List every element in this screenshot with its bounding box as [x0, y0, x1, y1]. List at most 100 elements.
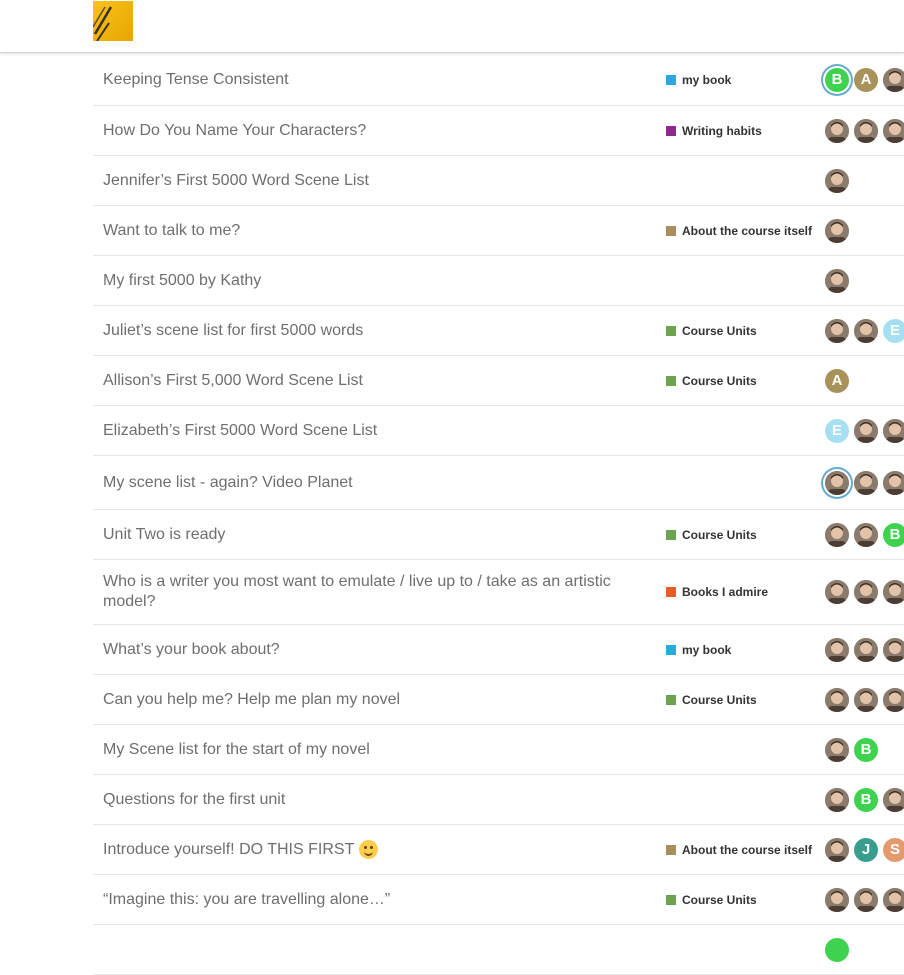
topic-title-text[interactable]: Introduce yourself! DO THIS FIRST	[103, 840, 354, 860]
avatar-photo[interactable]	[825, 637, 849, 662]
topic-row[interactable]: Keeping Tense Consistent my book B A	[93, 54, 904, 106]
topic-title-text[interactable]: Allison’s First 5,000 Word Scene List	[103, 371, 363, 391]
avatar-photo[interactable]	[854, 118, 878, 143]
topic-title-text[interactable]: Elizabeth’s First 5000 Word Scene List	[103, 421, 377, 441]
avatar-photo[interactable]	[883, 787, 904, 812]
category-label[interactable]: my book	[682, 73, 731, 87]
topic-title[interactable]: Unit Two is ready	[103, 510, 623, 559]
topic-row[interactable]: “Imagine this: you are travelling alone……	[93, 875, 904, 925]
topic-row[interactable]: Can you help me? Help me plan my novel Co…	[93, 675, 904, 725]
topic-title-text[interactable]: “Imagine this: you are travelling alone……	[103, 890, 390, 910]
category-label[interactable]: Course Units	[682, 528, 757, 542]
avatar-photo[interactable]	[825, 687, 849, 712]
topic-title-text[interactable]: Can you help me? Help me plan my novel	[103, 690, 400, 710]
topic-title[interactable]: My first 5000 by Kathy	[103, 256, 623, 305]
topic-title-text[interactable]: Questions for the first unit	[103, 790, 285, 810]
topic-title[interactable]: Questions for the first unit	[103, 775, 623, 824]
topic-title[interactable]: Introduce yourself! DO THIS FIRST	[103, 825, 623, 874]
topic-row[interactable]: My first 5000 by Kathy	[93, 256, 904, 306]
avatar-photo[interactable]	[854, 887, 878, 912]
avatar-photo[interactable]	[825, 787, 849, 812]
topic-row[interactable]: What’s your book about? my book	[93, 625, 904, 675]
avatar-photo[interactable]	[854, 637, 878, 662]
avatar-letter[interactable]: E	[825, 418, 849, 443]
avatar-photo[interactable]	[854, 318, 878, 343]
category-badge[interactable]: Course Units	[666, 306, 757, 355]
topic-title[interactable]: “Imagine this: you are travelling alone……	[103, 875, 623, 924]
topic-row[interactable]: Allison’s First 5,000 Word Scene List Cou…	[93, 356, 904, 406]
topic-title-text[interactable]: My Scene list for the start of my novel	[103, 740, 370, 760]
topic-row[interactable]: How Do You Name Your Characters? Writing …	[93, 106, 904, 156]
topic-title[interactable]: Can you help me? Help me plan my novel	[103, 675, 623, 724]
topic-row[interactable]: Introduce yourself! DO THIS FIRST About t…	[93, 825, 904, 875]
avatar-photo[interactable]	[825, 318, 849, 343]
avatar-photo[interactable]	[825, 268, 849, 293]
topic-row[interactable]: Jennifer’s First 5000 Word Scene List	[93, 156, 904, 206]
avatar-letter[interactable]: J	[854, 837, 878, 862]
pencil-logo-icon[interactable]	[92, 1, 133, 42]
avatar-photo[interactable]	[854, 470, 878, 495]
avatar-photo[interactable]	[883, 470, 904, 495]
avatar-letter[interactable]: B	[883, 522, 904, 547]
topic-title[interactable]: Jennifer’s First 5000 Word Scene List	[103, 156, 623, 205]
category-label[interactable]: Course Units	[682, 374, 757, 388]
avatar-letter[interactable]: S	[883, 837, 904, 862]
topic-row[interactable]: Want to talk to me? About the course itse…	[93, 206, 904, 256]
topic-title[interactable]: Want to talk to me?	[103, 206, 623, 255]
topic-title-text[interactable]: Juliet’s scene list for first 5000 words	[103, 321, 363, 341]
category-badge[interactable]: my book	[666, 625, 731, 674]
category-label[interactable]: Writing habits	[682, 124, 762, 138]
avatar-photo[interactable]	[854, 522, 878, 547]
category-badge[interactable]: Course Units	[666, 875, 757, 924]
topic-title[interactable]: Juliet’s scene list for first 5000 words	[103, 306, 623, 355]
category-label[interactable]: About the course itself	[682, 843, 812, 857]
topic-title[interactable]: Allison’s First 5,000 Word Scene List	[103, 356, 623, 405]
topic-title[interactable]: What’s your book about?	[103, 625, 623, 674]
category-badge[interactable]: my book	[666, 54, 731, 105]
category-badge[interactable]: Course Units	[666, 510, 757, 559]
topic-row[interactable]: Elizabeth’s First 5000 Word Scene List E	[93, 406, 904, 456]
topic-title[interactable]	[103, 925, 623, 974]
avatar-letter[interactable]: A	[854, 67, 878, 92]
avatar-photo[interactable]	[854, 580, 878, 604]
topic-row[interactable]: My Scene list for the start of my novel B	[93, 725, 904, 775]
avatar-photo[interactable]	[883, 580, 904, 604]
avatar-letter[interactable]: A	[825, 368, 849, 393]
topic-title-text[interactable]: How Do You Name Your Characters?	[103, 121, 366, 141]
category-badge[interactable]: Course Units	[666, 356, 757, 405]
avatar-photo[interactable]	[825, 522, 849, 547]
avatar-photo[interactable]	[854, 418, 878, 443]
avatar-photo[interactable]	[825, 837, 849, 862]
avatar-photo[interactable]	[883, 637, 904, 662]
topic-title-text[interactable]: Unit Two is ready	[103, 525, 225, 545]
category-label[interactable]: Course Units	[682, 693, 757, 707]
avatar-photo[interactable]	[883, 887, 904, 912]
topic-title-text[interactable]: My first 5000 by Kathy	[103, 271, 261, 291]
category-label[interactable]: Books I admire	[682, 585, 768, 599]
topic-title-text[interactable]: What’s your book about?	[103, 640, 280, 660]
topic-row[interactable]	[93, 925, 904, 975]
category-label[interactable]: Course Units	[682, 893, 757, 907]
avatar-photo[interactable]	[883, 687, 904, 712]
avatar-photo[interactable]	[825, 168, 849, 193]
topic-title-text[interactable]: Want to talk to me?	[103, 221, 240, 241]
avatar-letter[interactable]: B	[854, 737, 878, 762]
topic-row[interactable]: Questions for the first unit B	[93, 775, 904, 825]
topic-title-text[interactable]: My scene list - again? Video Planet	[103, 473, 353, 493]
avatar-letter[interactable]	[825, 937, 849, 962]
topic-row[interactable]: My scene list - again? Video Planet	[93, 456, 904, 510]
topic-title[interactable]: My scene list - again? Video Planet	[103, 456, 623, 509]
avatar-photo[interactable]	[825, 218, 849, 243]
avatar-photo[interactable]	[825, 580, 849, 604]
topic-title[interactable]: How Do You Name Your Characters?	[103, 106, 623, 155]
avatar-letter[interactable]: B	[854, 787, 878, 812]
topic-title[interactable]: Elizabeth’s First 5000 Word Scene List	[103, 406, 623, 455]
topic-title-text[interactable]: Keeping Tense Consistent	[103, 70, 289, 90]
topic-row[interactable]: Unit Two is ready Course Units B	[93, 510, 904, 560]
avatar-letter[interactable]: E	[883, 318, 904, 343]
category-label[interactable]: Course Units	[682, 324, 757, 338]
category-badge[interactable]: About the course itself	[666, 206, 812, 255]
topic-row[interactable]: Juliet’s scene list for first 5000 words…	[93, 306, 904, 356]
avatar-photo[interactable]	[825, 470, 849, 495]
category-badge[interactable]: About the course itself	[666, 825, 812, 874]
